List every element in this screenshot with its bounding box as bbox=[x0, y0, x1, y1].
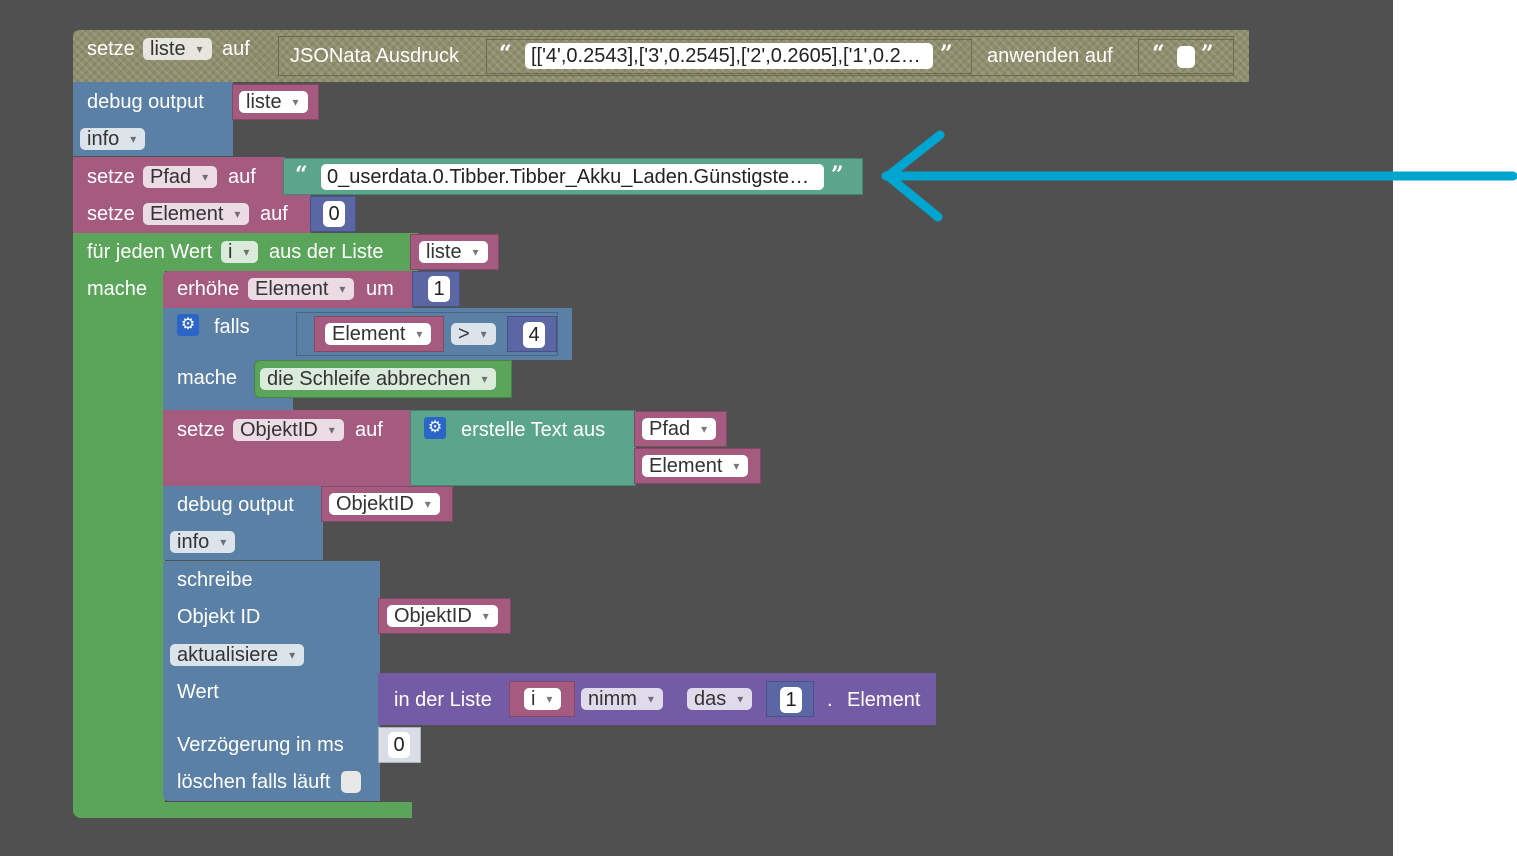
loop-label-2: aus der Liste bbox=[269, 241, 384, 263]
variable-dropdown[interactable]: Element bbox=[143, 203, 250, 225]
jsonata-label: JSONata Ausdruck bbox=[290, 45, 459, 67]
number-field[interactable]: 1 bbox=[428, 276, 450, 302]
variable-dropdown[interactable]: Pfad bbox=[642, 418, 717, 440]
variable-dropdown[interactable]: Element bbox=[248, 278, 355, 300]
operator-dropdown[interactable]: > bbox=[451, 323, 496, 345]
break-dropdown[interactable]: die Schleife abbrechen bbox=[260, 368, 497, 390]
variable-dropdown[interactable]: Pfad bbox=[143, 166, 218, 188]
um-label: um bbox=[366, 278, 394, 300]
setze-label: setze bbox=[87, 203, 135, 225]
loop-variable-dropdown[interactable]: i bbox=[221, 241, 259, 263]
log-level-dropdown[interactable]: info bbox=[170, 531, 236, 553]
blockly-workspace[interactable]: setze liste auf JSONata Ausdruck “ [['4'… bbox=[0, 0, 1393, 856]
variable-dropdown[interactable]: i bbox=[524, 688, 562, 710]
open-quote-icon: “ bbox=[1152, 41, 1165, 67]
empty-text-field[interactable] bbox=[1177, 46, 1195, 68]
take-mode-dropdown[interactable]: nimm bbox=[581, 688, 663, 710]
clear-checkbox[interactable] bbox=[341, 771, 361, 793]
auf-label: auf bbox=[228, 166, 256, 188]
log-level-dropdown[interactable]: info bbox=[80, 128, 146, 150]
number-field[interactable]: 4 bbox=[523, 322, 545, 348]
mache-label: mache bbox=[177, 367, 238, 389]
loop-footer bbox=[73, 802, 412, 818]
element-label: Element bbox=[847, 689, 921, 711]
number-field[interactable]: 1 bbox=[780, 687, 802, 713]
variable-dropdown[interactable]: ObjektID bbox=[233, 419, 344, 441]
open-quote-icon: “ bbox=[295, 162, 308, 188]
variable-dropdown[interactable]: ObjektID bbox=[387, 605, 498, 627]
debug-output-label: debug output bbox=[87, 91, 204, 113]
anwenden-label: anwenden auf bbox=[987, 45, 1113, 67]
close-quote-icon: ” bbox=[831, 162, 844, 188]
create-text-label: erstelle Text aus bbox=[461, 419, 606, 441]
auf-label: auf bbox=[222, 38, 250, 60]
path-text-field[interactable]: 0_userdata.0.Tibber.Tibber_Akku_Laden.Gü… bbox=[321, 164, 824, 190]
close-quote-icon: ” bbox=[1201, 41, 1214, 67]
clear-label: löschen falls läuft bbox=[177, 771, 331, 793]
expression-field[interactable]: [['4',0.2543],['3',0.2545],['2',0.2605],… bbox=[525, 43, 933, 69]
variable-dropdown[interactable]: Element bbox=[325, 323, 432, 345]
auf-label: auf bbox=[260, 203, 288, 225]
loop-label: für jeden Wert bbox=[87, 241, 213, 263]
in-list-label: in der Liste bbox=[394, 689, 492, 711]
mache-label: mache bbox=[87, 278, 148, 300]
setze-label: setze bbox=[177, 419, 225, 441]
setze-label: setze bbox=[87, 38, 135, 60]
close-quote-icon: ” bbox=[940, 41, 953, 67]
erhoehe-label: erhöhe bbox=[177, 278, 240, 300]
wert-label: Wert bbox=[177, 681, 219, 703]
variable-dropdown[interactable]: ObjektID bbox=[329, 493, 440, 515]
debug-output-label: debug output bbox=[177, 494, 294, 516]
number-field[interactable]: 0 bbox=[388, 732, 410, 758]
gear-icon[interactable]: ⚙ bbox=[177, 314, 199, 336]
gear-icon[interactable]: ⚙ bbox=[424, 417, 446, 439]
auf-label: auf bbox=[355, 419, 383, 441]
write-mode-dropdown[interactable]: aktualisiere bbox=[170, 644, 305, 666]
for-each-loop-block[interactable] bbox=[73, 233, 165, 818]
position-dropdown[interactable]: das bbox=[687, 688, 753, 710]
variable-dropdown[interactable]: liste bbox=[143, 38, 212, 60]
variable-dropdown[interactable]: Element bbox=[642, 455, 749, 477]
open-quote-icon: “ bbox=[499, 41, 512, 67]
variable-dropdown[interactable]: liste bbox=[419, 241, 488, 263]
falls-label: falls bbox=[214, 316, 250, 338]
dot-label: . bbox=[827, 689, 833, 711]
variable-dropdown[interactable]: liste bbox=[239, 91, 308, 113]
schreibe-label: schreibe bbox=[177, 569, 253, 591]
objekt-id-label: Objekt ID bbox=[177, 606, 261, 628]
delay-label: Verzögerung in ms bbox=[177, 734, 344, 756]
number-field[interactable]: 0 bbox=[323, 201, 345, 227]
setze-label: setze bbox=[87, 166, 135, 188]
